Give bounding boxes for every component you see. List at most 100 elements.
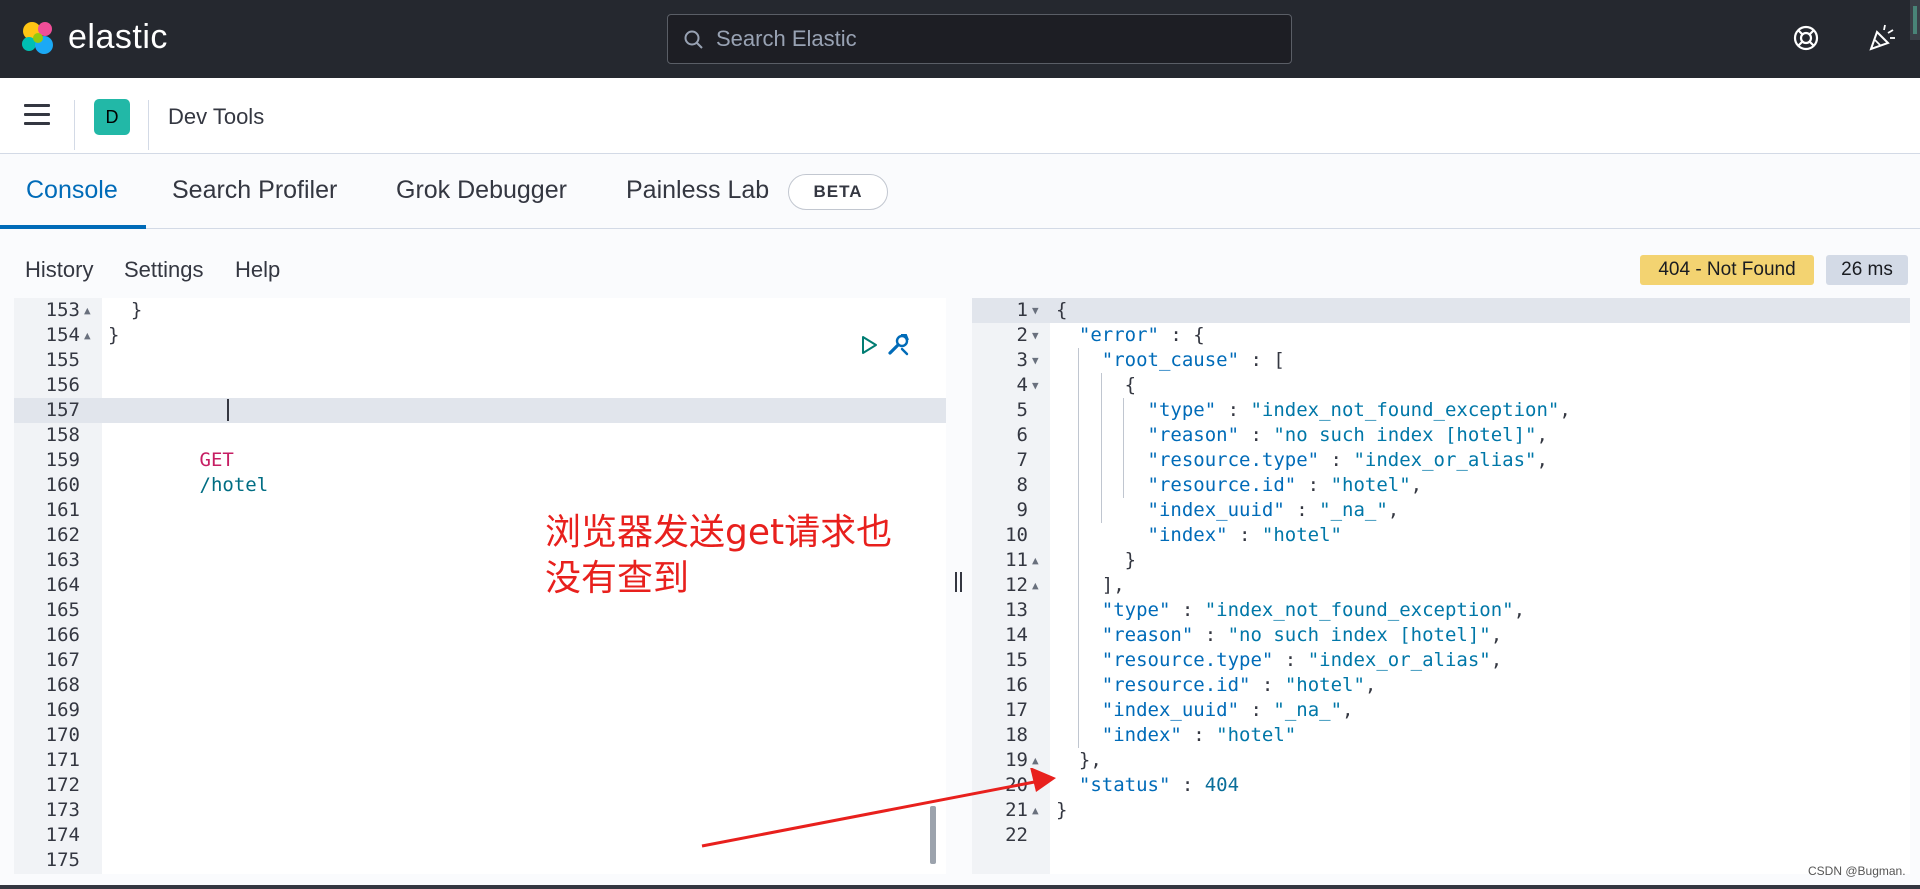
- response-editor[interactable]: 1 ▼{2 ▼ "error" : {3 ▼ "root_cause" : [4 ▼ {…: [972, 298, 1910, 874]
- line-number: 15: [1005, 649, 1028, 671]
- line-number: 173: [45, 799, 80, 821]
- tab-console[interactable]: Console: [26, 176, 118, 205]
- line-number: 14: [1005, 624, 1028, 646]
- line-number: 11: [1005, 549, 1028, 571]
- request-time-badge: 26 ms: [1826, 255, 1908, 285]
- line-number: 167: [45, 649, 80, 671]
- breadcrumb-dev-tools: Dev Tools: [168, 104, 265, 129]
- code-text: "resource.type" : "index_or_alias",: [1101, 649, 1503, 671]
- code-text: ],: [1056, 574, 1125, 596]
- line-number: 3: [1016, 349, 1028, 371]
- help-icon[interactable]: [1790, 22, 1822, 54]
- code-text: {: [1056, 374, 1137, 396]
- panel-resize-handle[interactable]: [954, 572, 966, 594]
- window-bottom-edge: [0, 885, 1920, 889]
- line-number: 16: [1005, 674, 1028, 696]
- code-text: "status" : 404: [1078, 774, 1240, 796]
- code-text: }: [108, 324, 120, 346]
- tab-search-profiler[interactable]: Search Profiler: [172, 176, 337, 205]
- fold-toggle-icon[interactable]: ▲: [84, 298, 91, 323]
- code-text: "index" : "hotel": [1101, 724, 1297, 746]
- annotation-line: 浏览器发送get请求也: [545, 512, 893, 553]
- line-number: 154: [45, 324, 80, 346]
- request-line[interactable]: GET /hotel: [14, 398, 269, 496]
- code-text: "resource.id" : "hotel",: [1101, 674, 1377, 696]
- fold-toggle-icon[interactable]: ▼: [1032, 298, 1039, 323]
- line-number: 6: [1016, 424, 1028, 446]
- status-badge: 404 - Not Found: [1640, 255, 1814, 285]
- line-number: 175: [45, 849, 80, 871]
- active-line-highlight: [972, 298, 1910, 323]
- settings-button[interactable]: Settings: [124, 257, 204, 283]
- code-text: "index_uuid" : "_na_",: [1147, 499, 1400, 521]
- line-number: 5: [1016, 399, 1028, 421]
- line-number: 4: [1016, 374, 1028, 396]
- fold-toggle-icon[interactable]: ▼: [1032, 373, 1039, 398]
- brand-name[interactable]: elastic: [68, 18, 168, 57]
- code-text: }: [108, 299, 143, 321]
- top-header: elastic: [0, 0, 1920, 78]
- divider: [148, 100, 149, 150]
- line-number: 2: [1016, 324, 1028, 346]
- code-text: {: [1056, 299, 1068, 321]
- fold-toggle-icon[interactable]: ▼: [1032, 348, 1039, 373]
- line-number: 169: [45, 699, 80, 721]
- tab-grok-debugger[interactable]: Grok Debugger: [396, 176, 567, 205]
- text-cursor: [227, 399, 229, 421]
- watermark: CSDN @Bugman.: [1808, 864, 1906, 878]
- line-number: 12: [1005, 574, 1028, 596]
- code-text: "root_cause" : [: [1101, 349, 1285, 371]
- fold-toggle-icon[interactable]: ▲: [1032, 573, 1039, 598]
- code-text: "type" : "index_not_found_exception",: [1101, 599, 1526, 621]
- menu-toggle-icon[interactable]: [24, 104, 52, 126]
- line-number: 156: [45, 374, 80, 396]
- line-number: 160: [45, 474, 80, 496]
- tab-painless-lab[interactable]: Painless Lab: [626, 176, 769, 205]
- window-edge-accent: [1913, 6, 1917, 34]
- breadcrumb-bar: D Dev Tools: [0, 78, 1920, 154]
- line-number: 161: [45, 499, 80, 521]
- line-number: 10: [1005, 524, 1028, 546]
- line-number: 171: [45, 749, 80, 771]
- newsfeed-icon[interactable]: [1866, 22, 1898, 54]
- divider: [74, 100, 75, 150]
- history-button[interactable]: History: [25, 257, 93, 283]
- search-icon: [684, 30, 703, 49]
- global-search[interactable]: [667, 14, 1292, 64]
- code-text: "index" : "hotel": [1147, 524, 1342, 546]
- elastic-logo-icon[interactable]: [18, 18, 58, 58]
- send-request-icon[interactable]: [858, 334, 880, 356]
- line-number: 9: [1016, 499, 1028, 521]
- line-number: 168: [45, 674, 80, 696]
- line-number: 7: [1016, 449, 1028, 471]
- code-text: "resource.type" : "index_or_alias",: [1147, 449, 1548, 471]
- dev-tools-tabs: Console Search Profiler Grok Debugger Pa…: [0, 154, 1920, 229]
- code-text: "index_uuid" : "_na_",: [1101, 699, 1354, 721]
- console-panel: History Settings Help 404 - Not Found 26…: [0, 229, 1920, 889]
- annotation-arrow: [701, 768, 1056, 848]
- help-button[interactable]: Help: [235, 257, 280, 283]
- beta-badge: BETA: [788, 174, 888, 210]
- line-number: 1: [1016, 299, 1028, 321]
- line-number: 166: [45, 624, 80, 646]
- code-text: "reason" : "no such index [hotel]",: [1147, 424, 1548, 446]
- code-text: "error" : {: [1078, 324, 1205, 346]
- line-number: 172: [45, 774, 80, 796]
- fold-toggle-icon[interactable]: ▲: [84, 323, 91, 348]
- fold-toggle-icon[interactable]: ▼: [1032, 323, 1039, 348]
- request-method: GET: [199, 449, 234, 471]
- line-number: 8: [1016, 474, 1028, 496]
- line-number: 18: [1005, 724, 1028, 746]
- line-number: 165: [45, 599, 80, 621]
- space-avatar[interactable]: D: [94, 99, 130, 135]
- fold-toggle-icon[interactable]: ▲: [1032, 548, 1039, 573]
- wrench-icon[interactable]: [884, 331, 912, 359]
- code-text: "resource.id" : "hotel",: [1147, 474, 1423, 496]
- annotation-line: 没有查到: [545, 558, 690, 599]
- search-input[interactable]: [716, 15, 1276, 63]
- line-number: 162: [45, 524, 80, 546]
- code-text: }: [1056, 549, 1137, 571]
- line-number: 163: [45, 549, 80, 571]
- line-number: 155: [45, 349, 80, 371]
- code-text: "type" : "index_not_found_exception",: [1147, 399, 1571, 421]
